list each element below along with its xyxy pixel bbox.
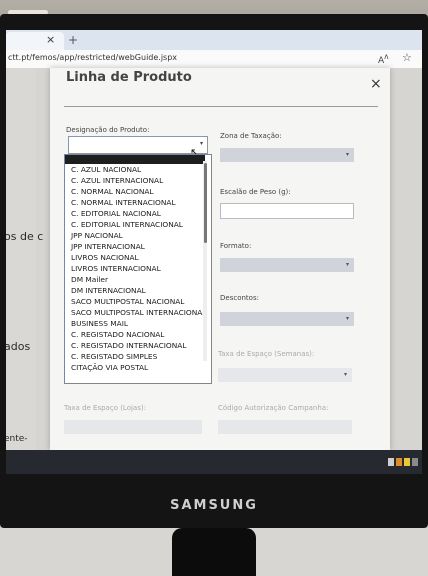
designacao-dropdown-list: C. AZUL NACIONAL C. AZUL INTERNACIONAL C. … — [64, 154, 212, 384]
chevron-down-icon: ▾ — [345, 315, 349, 322]
modal-title: Linha de Produto — [66, 70, 192, 85]
taxa-espaco-semanas-select[interactable]: ▾ — [218, 368, 352, 382]
formato-label: Formato: — [220, 242, 252, 250]
browser-tab-bar: × + — [6, 30, 422, 50]
chevron-down-icon: ▾ — [345, 151, 349, 158]
escalao-peso-input[interactable] — [220, 203, 354, 219]
monitor-brand-logo: SAMSUNG — [170, 498, 258, 513]
dropdown-option[interactable]: SACO MULTIPOSTAL INTERNACIONAL — [71, 308, 206, 317]
chevron-down-icon: ▾ — [343, 371, 347, 378]
codigo-autorizacao-label: Código Autorização Campanha: — [218, 404, 329, 412]
tray-icon-orange[interactable] — [396, 458, 402, 466]
tray-icon-yellow[interactable] — [404, 458, 410, 466]
dropdown-option[interactable]: JPP INTERNACIONAL — [71, 242, 145, 251]
descontos-select[interactable]: ▾ — [220, 312, 354, 326]
dropdown-option[interactable]: CITAÇÃO VIA POSTAL — [71, 363, 148, 372]
formato-select[interactable]: ▾ — [220, 258, 354, 272]
tab-close-icon[interactable]: × — [46, 33, 55, 46]
designacao-label: Designação do Produto: — [66, 126, 150, 134]
dropdown-option[interactable]: LIVROS INTERNACIONAL — [71, 264, 161, 273]
descontos-label: Descontos: — [220, 294, 259, 302]
tray-icon[interactable] — [412, 458, 418, 466]
dropdown-option[interactable]: DM Mailer — [71, 275, 108, 284]
os-taskbar — [6, 450, 422, 474]
address-bar[interactable]: ctt.pt/femos/app/restricted/webGuide.jsp… — [6, 50, 422, 69]
taxa-espaco-lojas-label: Taxa de Espaço (Lojas): — [64, 404, 146, 412]
codigo-autorizacao-input[interactable] — [218, 420, 352, 434]
dropdown-scrollbar-thumb[interactable] — [204, 163, 207, 243]
url-text[interactable]: ctt.pt/femos/app/restricted/webGuide.jsp… — [8, 53, 177, 62]
background-text: ente- — [6, 434, 28, 444]
chevron-down-icon: ▾ — [199, 140, 203, 147]
dropdown-option[interactable]: SACO MULTIPOSTAL NACIONAL — [71, 297, 184, 306]
new-tab-icon[interactable]: + — [68, 33, 78, 47]
background-text: os de c — [6, 230, 44, 243]
monitor-screen: × + ctt.pt/femos/app/restricted/webGuide… — [6, 30, 422, 450]
background-sidebar — [6, 68, 36, 450]
selected-option-highlight[interactable] — [65, 155, 205, 164]
zona-taxacao-label: Zona de Taxação: — [220, 132, 282, 140]
dropdown-option[interactable]: C. REGISTADO NACIONAL — [71, 330, 164, 339]
taxa-espaco-lojas-input[interactable] — [64, 420, 202, 434]
dropdown-option[interactable]: C. NORMAL NACIONAL — [71, 187, 154, 196]
taxa-espaco-semanas-label: Taxa de Espaço (Semanas): — [218, 350, 315, 358]
linha-de-produto-modal: Linha de Produto × Designação do Produto… — [50, 68, 390, 450]
tray-icon[interactable] — [388, 458, 394, 466]
dropdown-option[interactable]: C. EDITORIAL NACIONAL — [71, 209, 161, 218]
escalao-peso-label: Escalão de Peso (g): — [220, 188, 291, 196]
monitor-stand — [172, 528, 256, 576]
dropdown-option[interactable]: C. EDITORIAL INTERNACIONAL — [71, 220, 183, 229]
dropdown-option[interactable]: C. REGISTADO INTERNACIONAL — [71, 341, 186, 350]
browser-tab[interactable]: × — [6, 32, 64, 50]
dropdown-option[interactable]: C. REGISTADO SIMPLES — [71, 352, 157, 361]
reader-mode-icon[interactable]: Aʌ — [378, 52, 389, 66]
close-icon[interactable]: × — [370, 76, 382, 92]
dropdown-option[interactable]: C. NORMAL INTERNACIONAL — [71, 198, 176, 207]
designacao-select[interactable]: ▾ — [68, 136, 208, 154]
dropdown-option[interactable]: C. AZUL NACIONAL — [71, 165, 141, 174]
dropdown-option[interactable]: C. AZUL INTERNACIONAL — [71, 176, 163, 185]
zona-taxacao-select[interactable]: ▾ — [220, 148, 354, 162]
title-divider — [64, 106, 378, 107]
dropdown-option[interactable]: LIVROS NACIONAL — [71, 253, 139, 262]
dropdown-option[interactable]: BUSINESS MAIL — [71, 319, 128, 328]
dropdown-option[interactable]: DM INTERNACIONAL — [71, 286, 146, 295]
favorite-star-icon[interactable]: ☆ — [402, 51, 412, 64]
dropdown-option[interactable]: JPP NACIONAL — [71, 231, 123, 240]
background-text: ados — [6, 340, 31, 353]
chevron-down-icon: ▾ — [345, 261, 349, 268]
